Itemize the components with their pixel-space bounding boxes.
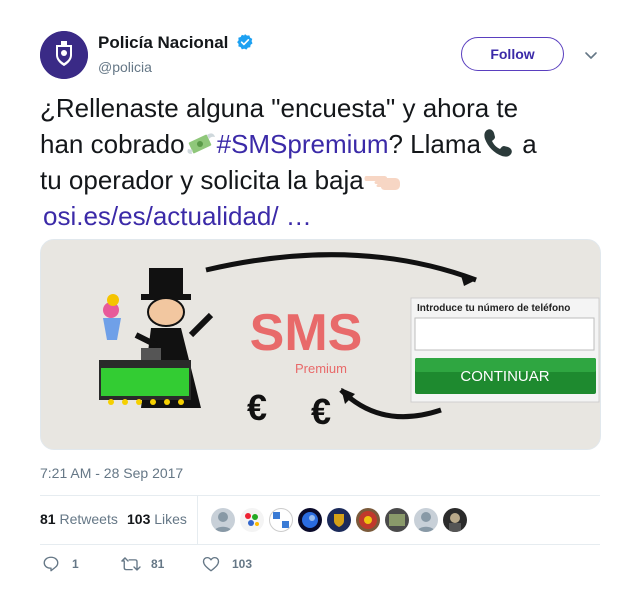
reply-button[interactable]: 1	[42, 552, 102, 576]
continuar-button-label: CONTINUAR	[460, 368, 549, 385]
liker-avatar-8[interactable]	[414, 508, 438, 532]
liker-avatar-4[interactable]	[298, 508, 322, 532]
stats-divider	[197, 496, 198, 544]
liker-avatar-7[interactable]	[385, 508, 409, 532]
backhand-index-pointing-left-icon	[364, 176, 400, 190]
heart-icon	[202, 556, 220, 572]
tweet-actions: 1 81 103	[40, 552, 600, 576]
retweets-count: 81	[40, 511, 56, 527]
liker-avatar-3[interactable]	[269, 508, 293, 532]
liker-avatar-9[interactable]	[443, 508, 467, 532]
tweet-stats: 81 Retweets 103 Likes	[40, 495, 600, 545]
money-with-wings-icon	[187, 133, 215, 154]
user-handle[interactable]: @policia	[98, 59, 152, 75]
euro-sign-2: €	[311, 391, 331, 432]
retweet-button[interactable]: 81	[121, 552, 181, 576]
sms-subtitle: Premium	[295, 361, 347, 376]
chevron-down-icon[interactable]	[583, 47, 599, 63]
tweet-line-3: tu operador y solicita la baja	[40, 162, 610, 198]
tweet-line-2: han cobrado #SMSpremium? Llama a	[40, 126, 610, 162]
like-count: 103	[232, 557, 253, 571]
liker-avatar-1[interactable]	[211, 508, 235, 532]
tweet-timestamp[interactable]: 7:21 AM - 28 Sep 2017	[40, 465, 183, 481]
tweet-text: ¿Rellenaste alguna "encuesta" y ahora te…	[40, 90, 610, 234]
tweet-line-2-end: a	[515, 129, 537, 159]
likes-stat[interactable]: 103 Likes	[127, 511, 187, 527]
tweet-line-3-text: tu operador y solicita la baja	[40, 165, 364, 195]
reply-count: 1	[72, 557, 79, 571]
retweet-count: 81	[151, 557, 165, 571]
display-name-text: Policía Nacional	[98, 33, 229, 52]
likes-label: Likes	[154, 511, 187, 527]
sms-title: SMS	[250, 304, 363, 362]
verified-badge-icon	[237, 34, 253, 50]
tweet-line-2-start: han cobrado	[40, 129, 185, 159]
phone-form-input	[414, 317, 595, 351]
liker-avatar-6[interactable]	[356, 508, 380, 532]
liker-avatar-2[interactable]	[240, 508, 264, 532]
tweet-image[interactable]: SMS Premium € € Introduce tu número de t…	[40, 239, 601, 450]
retweets-stat[interactable]: 81 Retweets	[40, 511, 118, 527]
likes-count: 103	[127, 511, 151, 527]
retweets-label: Retweets	[59, 511, 118, 527]
police-shield-logo-icon	[40, 31, 88, 79]
like-button[interactable]: 103	[202, 552, 272, 576]
retweet-icon	[121, 557, 141, 571]
reply-icon	[43, 556, 59, 572]
display-name[interactable]: Policía Nacional	[98, 33, 254, 53]
phone-form-label: Introduce tu número de teléfono	[417, 303, 570, 314]
euro-sign-1: €	[247, 387, 267, 428]
follow-button[interactable]: Follow	[461, 37, 564, 71]
hashtag-link[interactable]: #SMSpremium	[217, 129, 389, 159]
avatar[interactable]	[40, 31, 88, 79]
tweet-url-link[interactable]: osi.es/es/actualidad/ …	[40, 198, 610, 234]
sms-premium-illustration: SMS Premium € € Introduce tu número de t…	[41, 240, 600, 449]
telephone-receiver-icon	[484, 129, 512, 157]
tweet-line-1: ¿Rellenaste alguna "encuesta" y ahora te	[40, 93, 519, 123]
tweet-line-2-mid: ? Llama	[388, 129, 482, 159]
liker-avatar-5[interactable]	[327, 508, 351, 532]
